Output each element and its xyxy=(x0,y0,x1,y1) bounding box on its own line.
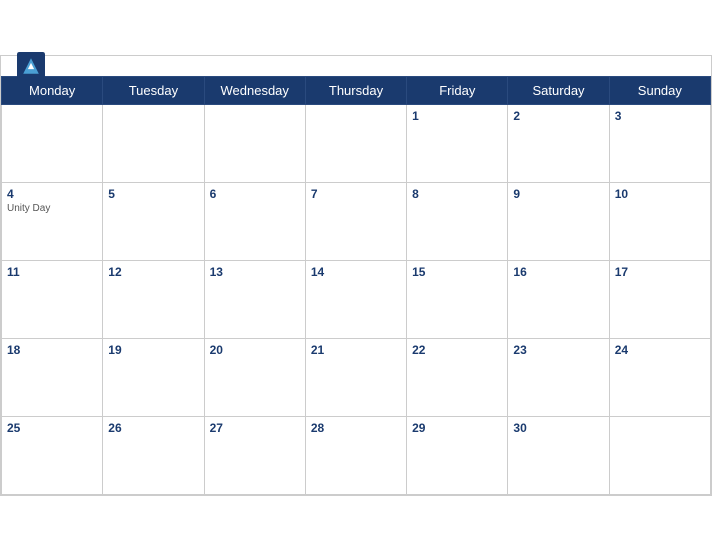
date-number: 3 xyxy=(615,109,705,123)
calendar-cell: 24 xyxy=(609,338,710,416)
week-row-1: 123 xyxy=(2,104,711,182)
calendar-cell: 1 xyxy=(407,104,508,182)
date-number: 13 xyxy=(210,265,300,279)
date-number: 8 xyxy=(412,187,502,201)
date-number: 9 xyxy=(513,187,603,201)
date-number: 18 xyxy=(7,343,97,357)
date-number: 27 xyxy=(210,421,300,435)
date-number: 12 xyxy=(108,265,198,279)
calendar-cell: 11 xyxy=(2,260,103,338)
calendar-cell: 19 xyxy=(103,338,204,416)
weekday-header-thursday: Thursday xyxy=(305,76,406,104)
weekday-header-sunday: Sunday xyxy=(609,76,710,104)
calendar-cell: 15 xyxy=(407,260,508,338)
date-number: 29 xyxy=(412,421,502,435)
calendar-cell: 16 xyxy=(508,260,609,338)
weekday-header-wednesday: Wednesday xyxy=(204,76,305,104)
calendar-cell: 9 xyxy=(508,182,609,260)
holiday-label: Unity Day xyxy=(7,203,97,214)
date-number: 7 xyxy=(311,187,401,201)
date-number: 15 xyxy=(412,265,502,279)
date-number: 10 xyxy=(615,187,705,201)
calendar-cell: 5 xyxy=(103,182,204,260)
calendar-cell: 10 xyxy=(609,182,710,260)
calendar-cell: 26 xyxy=(103,416,204,494)
calendar-cell: 30 xyxy=(508,416,609,494)
calendar-cell: 4 Unity Day xyxy=(2,182,103,260)
date-number: 20 xyxy=(210,343,300,357)
week-row-5: 25 26 27 28 29 30 xyxy=(2,416,711,494)
calendar-cell: 28 xyxy=(305,416,406,494)
calendar-cell xyxy=(609,416,710,494)
calendar-cell xyxy=(305,104,406,182)
weekday-header-tuesday: Tuesday xyxy=(103,76,204,104)
date-number: 2 xyxy=(513,109,603,123)
calendar-cell: 17 xyxy=(609,260,710,338)
calendar-cell: 3 xyxy=(609,104,710,182)
calendar-cell: 8 xyxy=(407,182,508,260)
generalblue-logo-icon xyxy=(17,52,45,80)
calendar-cell: 23 xyxy=(508,338,609,416)
date-number: 6 xyxy=(210,187,300,201)
date-number: 16 xyxy=(513,265,603,279)
week-row-2: 4 Unity Day 56789 10 xyxy=(2,182,711,260)
calendar-grid: MondayTuesdayWednesdayThursdayFridaySatu… xyxy=(1,76,711,495)
weekday-header-monday: Monday xyxy=(2,76,103,104)
calendar-cell: 14 xyxy=(305,260,406,338)
date-number: 19 xyxy=(108,343,198,357)
calendar-header xyxy=(1,56,711,76)
calendar-cell: 13 xyxy=(204,260,305,338)
calendar-cell: 20 xyxy=(204,338,305,416)
calendar-cell xyxy=(204,104,305,182)
weekday-header-row: MondayTuesdayWednesdayThursdayFridaySatu… xyxy=(2,76,711,104)
date-number: 5 xyxy=(108,187,198,201)
date-number: 11 xyxy=(7,265,97,279)
date-number: 21 xyxy=(311,343,401,357)
calendar-cell: 6 xyxy=(204,182,305,260)
calendar-cell: 25 xyxy=(2,416,103,494)
calendar-cell: 21 xyxy=(305,338,406,416)
date-number: 25 xyxy=(7,421,97,435)
calendar-cell: 27 xyxy=(204,416,305,494)
calendar-cell: 7 xyxy=(305,182,406,260)
date-number: 26 xyxy=(108,421,198,435)
date-number: 22 xyxy=(412,343,502,357)
date-number: 28 xyxy=(311,421,401,435)
calendar-cell: 22 xyxy=(407,338,508,416)
calendar-cell: 18 xyxy=(2,338,103,416)
date-number: 17 xyxy=(615,265,705,279)
weekday-header-saturday: Saturday xyxy=(508,76,609,104)
weekday-header-friday: Friday xyxy=(407,76,508,104)
date-number: 24 xyxy=(615,343,705,357)
calendar-cell xyxy=(2,104,103,182)
date-number: 4 xyxy=(7,187,97,201)
date-number: 30 xyxy=(513,421,603,435)
week-row-4: 18 19 20 21 22 23 24 xyxy=(2,338,711,416)
calendar-cell xyxy=(103,104,204,182)
calendar-container: MondayTuesdayWednesdayThursdayFridaySatu… xyxy=(0,55,712,496)
date-number: 14 xyxy=(311,265,401,279)
logo-area xyxy=(17,52,49,80)
calendar-cell: 12 xyxy=(103,260,204,338)
week-row-3: 11 12 13 14 15 16 17 xyxy=(2,260,711,338)
calendar-cell: 2 xyxy=(508,104,609,182)
date-number: 23 xyxy=(513,343,603,357)
date-number: 1 xyxy=(412,109,502,123)
calendar-cell: 29 xyxy=(407,416,508,494)
